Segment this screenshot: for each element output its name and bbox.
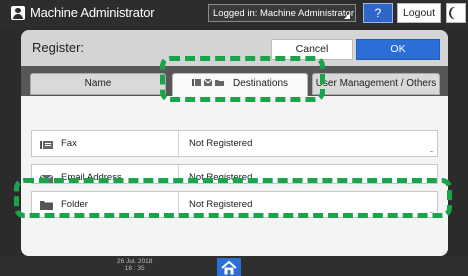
dialog-header: Register: Cancel OK — [21, 30, 448, 66]
login-status[interactable]: Logged in: Machine Administrator — [208, 4, 356, 22]
help-button[interactable]: ? — [363, 3, 393, 23]
tab-user-management-label: User Management / Others — [315, 78, 437, 89]
register-dialog: Register: Cancel OK Name Destinations Us… — [21, 30, 448, 256]
email-icon — [40, 174, 53, 183]
logout-button[interactable]: Logout — [397, 3, 441, 23]
tab-name[interactable]: Name — [30, 73, 166, 95]
fax-value: Not Registered — [189, 138, 253, 149]
more-dots-icon: ... — [429, 145, 434, 154]
folder-label: Folder — [61, 199, 88, 210]
tab-destinations[interactable]: Destinations — [172, 73, 308, 97]
list-item-folder[interactable]: Folder Not Registered ... — [31, 191, 438, 218]
list-item-fax[interactable]: Fax Not Registered ... — [31, 130, 438, 157]
list-item-email[interactable]: Email Address Not Registered — [31, 164, 438, 184]
email-value: Not Registered — [189, 172, 253, 183]
row-divider — [178, 131, 179, 156]
date-time: 26 Jul. 2018 18 : 35 — [117, 258, 152, 272]
destinations-list: Fax Not Registered ... Email Address Not… — [21, 96, 448, 256]
dialog-title: Register: — [32, 40, 85, 55]
fax-label: Fax — [61, 138, 77, 149]
energy-saver-moon-icon[interactable] — [446, 3, 466, 23]
tab-user-management[interactable]: User Management / Others — [312, 73, 440, 95]
screen: Machine Administrator Logged in: Machine… — [0, 0, 468, 276]
destinations-icon — [191, 79, 224, 87]
bottom-bar: 26 Jul. 2018 18 : 35 — [0, 256, 468, 276]
row-divider — [178, 192, 179, 217]
row-divider — [178, 165, 179, 183]
ok-button[interactable]: OK — [356, 39, 440, 60]
tab-bar: Name Destinations User Management / Othe… — [21, 66, 448, 97]
user-title: Machine Administrator — [30, 5, 155, 20]
more-dots-icon: ... — [429, 206, 434, 215]
home-button[interactable] — [217, 258, 241, 276]
home-icon — [221, 260, 237, 275]
login-status-corner-icon — [344, 13, 350, 19]
email-label: Email Address — [61, 172, 122, 183]
date-text: 26 Jul. 2018 — [117, 258, 153, 265]
folder-icon — [40, 201, 53, 210]
tab-name-label: Name — [84, 78, 112, 89]
folder-value: Not Registered — [189, 199, 253, 210]
time-text: 18 : 35 — [124, 265, 145, 272]
top-bar: Machine Administrator Logged in: Machine… — [0, 0, 468, 27]
cancel-button[interactable]: Cancel — [271, 39, 353, 60]
fax-icon — [40, 141, 53, 149]
tab-destinations-label: Destinations — [232, 78, 289, 89]
user-icon — [11, 6, 25, 20]
